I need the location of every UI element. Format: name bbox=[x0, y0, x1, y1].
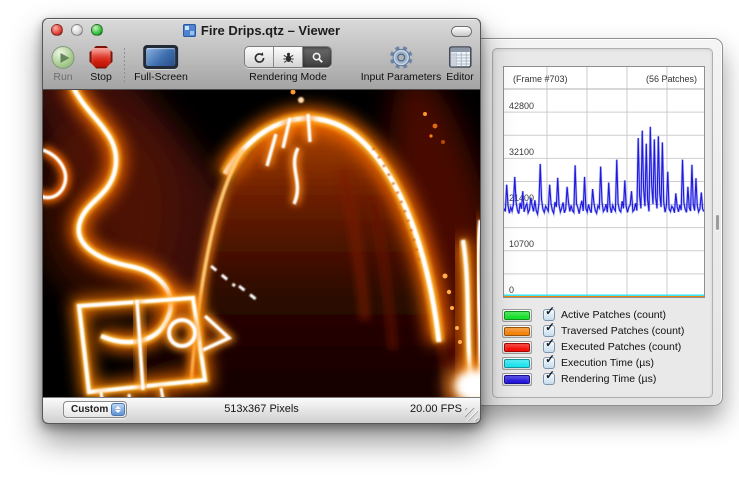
titlebar-toolbar[interactable]: Fire Drips.qtz – Viewer Run Stop Full-Sc… bbox=[43, 19, 480, 90]
profile-mode-segment[interactable] bbox=[274, 47, 303, 67]
run-icon bbox=[52, 46, 75, 69]
document-icon bbox=[183, 24, 196, 37]
legend-row: ✓ Execution Time (µs) bbox=[502, 355, 684, 371]
color-swatch[interactable] bbox=[502, 325, 532, 338]
input-parameters-button[interactable]: Input Parameters bbox=[361, 43, 442, 83]
close-button[interactable] bbox=[51, 24, 63, 36]
toolbar-separator bbox=[124, 48, 125, 84]
fps-readout: 20.00 FPS bbox=[410, 403, 462, 415]
fullscreen-button[interactable]: Full-Screen bbox=[134, 43, 188, 83]
stop-button[interactable]: Stop bbox=[90, 43, 113, 83]
check-icon: ✓ bbox=[545, 337, 555, 349]
performance-graph: (Frame #703) (56 Patches) 42800 32100 21… bbox=[503, 66, 705, 298]
checkbox[interactable]: ✓ bbox=[543, 373, 555, 385]
frame-counter: (Frame #703) bbox=[513, 74, 568, 84]
rendering-mode-segmented bbox=[244, 46, 332, 68]
legend-label: Executed Patches (count) bbox=[561, 341, 681, 353]
check-icon: ✓ bbox=[545, 369, 555, 381]
color-swatch[interactable] bbox=[502, 341, 532, 354]
check-icon: ✓ bbox=[545, 321, 555, 333]
stats-drawer: (Frame #703) (56 Patches) 42800 32100 21… bbox=[455, 38, 723, 406]
render-view[interactable] bbox=[43, 90, 480, 397]
rendering-mode-control: Rendering Mode bbox=[244, 43, 332, 83]
legend-label: Rendering Time (µs) bbox=[561, 373, 656, 385]
patch-counter: (56 Patches) bbox=[646, 74, 697, 84]
inspect-mode-segment[interactable] bbox=[303, 47, 331, 67]
gear-icon bbox=[387, 44, 414, 71]
color-swatch[interactable] bbox=[502, 357, 532, 370]
fire-drips-rendering bbox=[43, 90, 480, 397]
graph-legend: ✓ Active Patches (count) ✓ Traversed Pat… bbox=[502, 307, 684, 387]
editor-button[interactable]: Editor bbox=[446, 43, 473, 83]
legend-label: Active Patches (count) bbox=[561, 309, 666, 321]
drawer-resize-handle[interactable] bbox=[716, 215, 719, 230]
check-icon: ✓ bbox=[545, 305, 555, 317]
check-icon: ✓ bbox=[545, 353, 555, 365]
legend-label: Traversed Patches (count) bbox=[561, 325, 684, 337]
run-button[interactable]: Run bbox=[52, 43, 75, 83]
toolbar: Run Stop Full-Screen bbox=[43, 41, 480, 89]
refresh-icon bbox=[253, 51, 266, 64]
editor-icon bbox=[448, 45, 472, 69]
legend-row: ✓ Active Patches (count) bbox=[502, 307, 684, 323]
zoom-button[interactable] bbox=[91, 24, 103, 36]
statusbar: Custom 513x367 Pixels 20.00 FPS bbox=[43, 397, 480, 423]
legend-row: ✓ Executed Patches (count) bbox=[502, 339, 684, 355]
stats-panel: (Frame #703) (56 Patches) 42800 32100 21… bbox=[492, 48, 713, 398]
stop-icon bbox=[90, 46, 113, 69]
resize-grip[interactable] bbox=[465, 408, 478, 421]
traffic-lights bbox=[51, 24, 103, 36]
fullscreen-icon bbox=[144, 45, 179, 69]
graph-series bbox=[504, 89, 704, 297]
window-title: Fire Drips.qtz – Viewer bbox=[103, 22, 420, 39]
color-swatch[interactable] bbox=[502, 309, 532, 322]
legend-row: ✓ Rendering Time (µs) bbox=[502, 371, 684, 387]
magnifier-icon bbox=[311, 51, 324, 64]
legend-row: ✓ Traversed Patches (count) bbox=[502, 323, 684, 339]
bug-icon bbox=[282, 51, 295, 64]
toolbar-toggle-button[interactable] bbox=[451, 26, 472, 37]
legend-label: Execution Time (µs) bbox=[561, 357, 654, 369]
refresh-mode-segment[interactable] bbox=[245, 47, 274, 67]
title-text: Fire Drips.qtz – Viewer bbox=[201, 23, 340, 38]
minimize-button[interactable] bbox=[71, 24, 83, 36]
viewer-window: Fire Drips.qtz – Viewer Run Stop Full-Sc… bbox=[42, 18, 481, 424]
color-swatch[interactable] bbox=[502, 373, 532, 386]
